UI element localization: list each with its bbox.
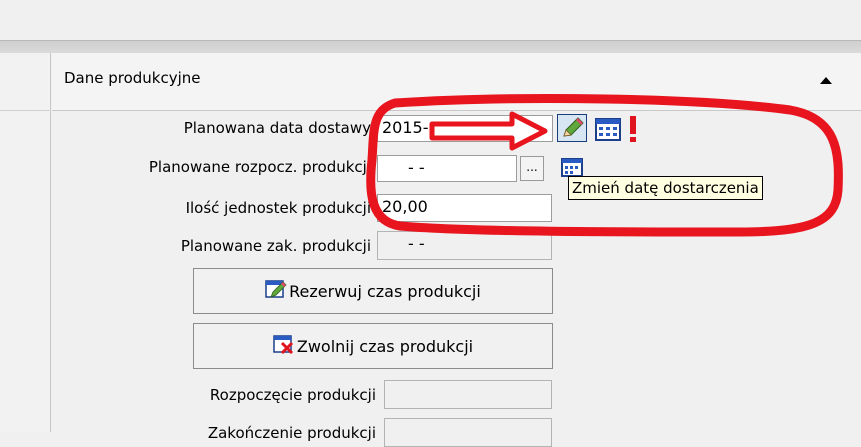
start-label: Rozpoczęcie produkcji (209, 386, 376, 404)
release-label: Zwolnij czas produkcji (296, 336, 474, 356)
tooltip: Zmień datę dostarczenia (568, 176, 763, 200)
reserve-icon (265, 279, 287, 303)
planned-delivery-label: Planowana data dostawy (183, 119, 371, 137)
planned-end-field: - - (377, 231, 552, 260)
release-icon (273, 334, 295, 358)
browse-button[interactable]: ... (520, 156, 544, 181)
start-field (384, 380, 552, 409)
calendar-small-icon[interactable] (560, 156, 584, 178)
reserve-label: Rezerwuj czas produkcji (289, 281, 481, 301)
toolbar-strip (0, 40, 861, 53)
section-header[interactable]: Dane produkcyjne (52, 53, 861, 111)
pencil-icon[interactable] (557, 114, 587, 142)
planned-delivery-field[interactable]: 2015-01-12 (377, 115, 553, 142)
top-area (0, 0, 861, 40)
release-production-button[interactable]: Zwolnij czas produkcji (193, 323, 553, 369)
end-field (384, 418, 552, 447)
end-label: Zakończenie produkcji (207, 424, 376, 442)
planned-end-label: Planowane zak. produkcji (180, 237, 371, 255)
calendar-icon[interactable] (594, 116, 622, 142)
planned-start-field[interactable]: - - (377, 155, 517, 182)
planned-start-label: Planowane rozpocz. produkcji (148, 158, 371, 176)
left-column-divider (0, 110, 51, 111)
units-field[interactable]: 20,00 (377, 194, 552, 222)
exclamation-icon (627, 114, 639, 144)
section-title: Dane produkcyjne (64, 69, 201, 87)
collapse-arrow-icon[interactable] (820, 77, 832, 84)
reserve-production-button[interactable]: Rezerwuj czas produkcji (193, 268, 553, 314)
units-label: Ilość jednostek produkcji (185, 199, 371, 217)
